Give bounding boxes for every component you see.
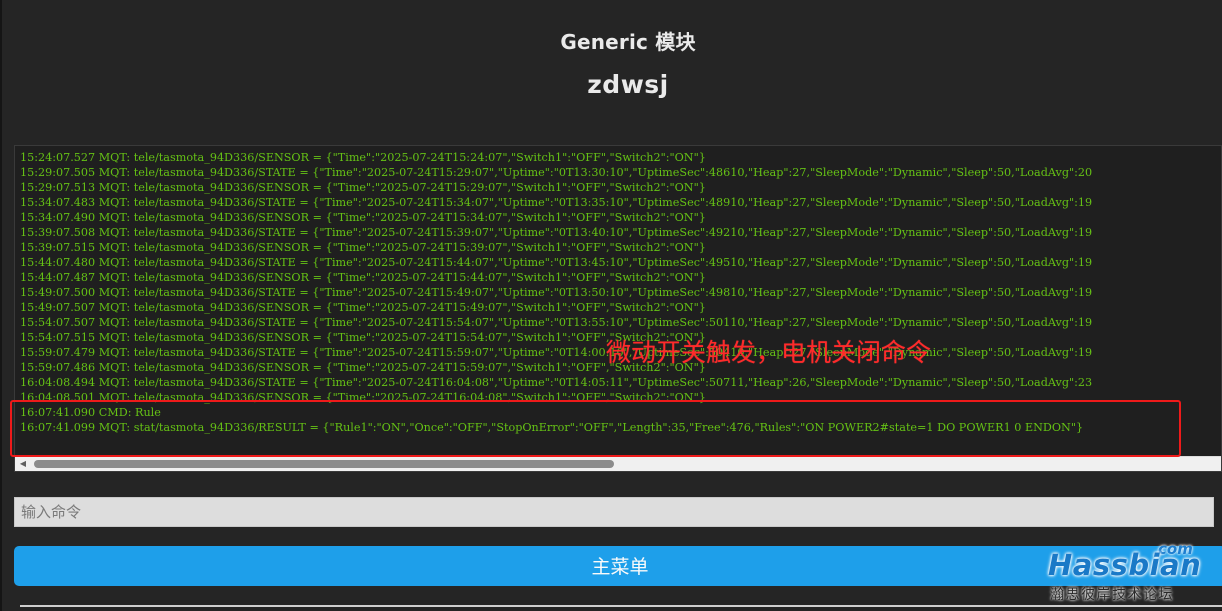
- command-input[interactable]: [14, 497, 1214, 527]
- console-line: 15:39:07.508 MQT: tele/tasmota_94D336/ST…: [20, 226, 1093, 239]
- console-line: 15:49:07.507 MQT: tele/tasmota_94D336/SE…: [20, 301, 706, 314]
- tasmota-console-page: Generic 模块 zdwsj 15:24:07.527 MQT: tele/…: [0, 0, 1222, 611]
- main-menu-button[interactable]: 主菜单: [14, 546, 1222, 586]
- console-line: 15:34:07.483 MQT: tele/tasmota_94D336/ST…: [20, 196, 1093, 209]
- watermark-subtitle: 瀚思彼岸技术论坛: [1050, 587, 1174, 603]
- highlight-box: [10, 400, 1181, 457]
- module-title: Generic 模块: [560, 30, 696, 54]
- watermark-logo: com Hassbian 瀚思彼岸技术论坛: [1046, 540, 1206, 606]
- scrollbar-thumb[interactable]: [34, 460, 614, 468]
- console-line: 15:44:07.480 MQT: tele/tasmota_94D336/ST…: [20, 256, 1093, 269]
- console-line: 15:34:07.490 MQT: tele/tasmota_94D336/SE…: [20, 211, 706, 224]
- console-line: 15:24:07.527 MQT: tele/tasmota_94D336/SE…: [20, 151, 706, 164]
- bottom-divider: [20, 605, 1222, 607]
- console-line: 15:39:07.515 MQT: tele/tasmota_94D336/SE…: [20, 241, 706, 254]
- console-line: 16:04:08.494 MQT: tele/tasmota_94D336/ST…: [20, 376, 1093, 389]
- console-line: 15:54:07.507 MQT: tele/tasmota_94D336/ST…: [20, 316, 1093, 329]
- horizontal-scrollbar[interactable]: ◀: [15, 456, 1221, 471]
- device-name: zdwsj: [587, 70, 669, 99]
- console-line: 15:29:07.513 MQT: tele/tasmota_94D336/SE…: [20, 181, 706, 194]
- console-line: 15:44:07.487 MQT: tele/tasmota_94D336/SE…: [20, 271, 706, 284]
- console-line: 15:49:07.500 MQT: tele/tasmota_94D336/ST…: [20, 286, 1093, 299]
- annotation-text: 微动开关触发，电机关闭命令: [606, 338, 932, 367]
- console-line: 15:29:07.505 MQT: tele/tasmota_94D336/ST…: [20, 166, 1093, 179]
- watermark-brand: Hassbian: [1048, 548, 1202, 582]
- scroll-left-arrow-icon[interactable]: ◀: [16, 458, 30, 470]
